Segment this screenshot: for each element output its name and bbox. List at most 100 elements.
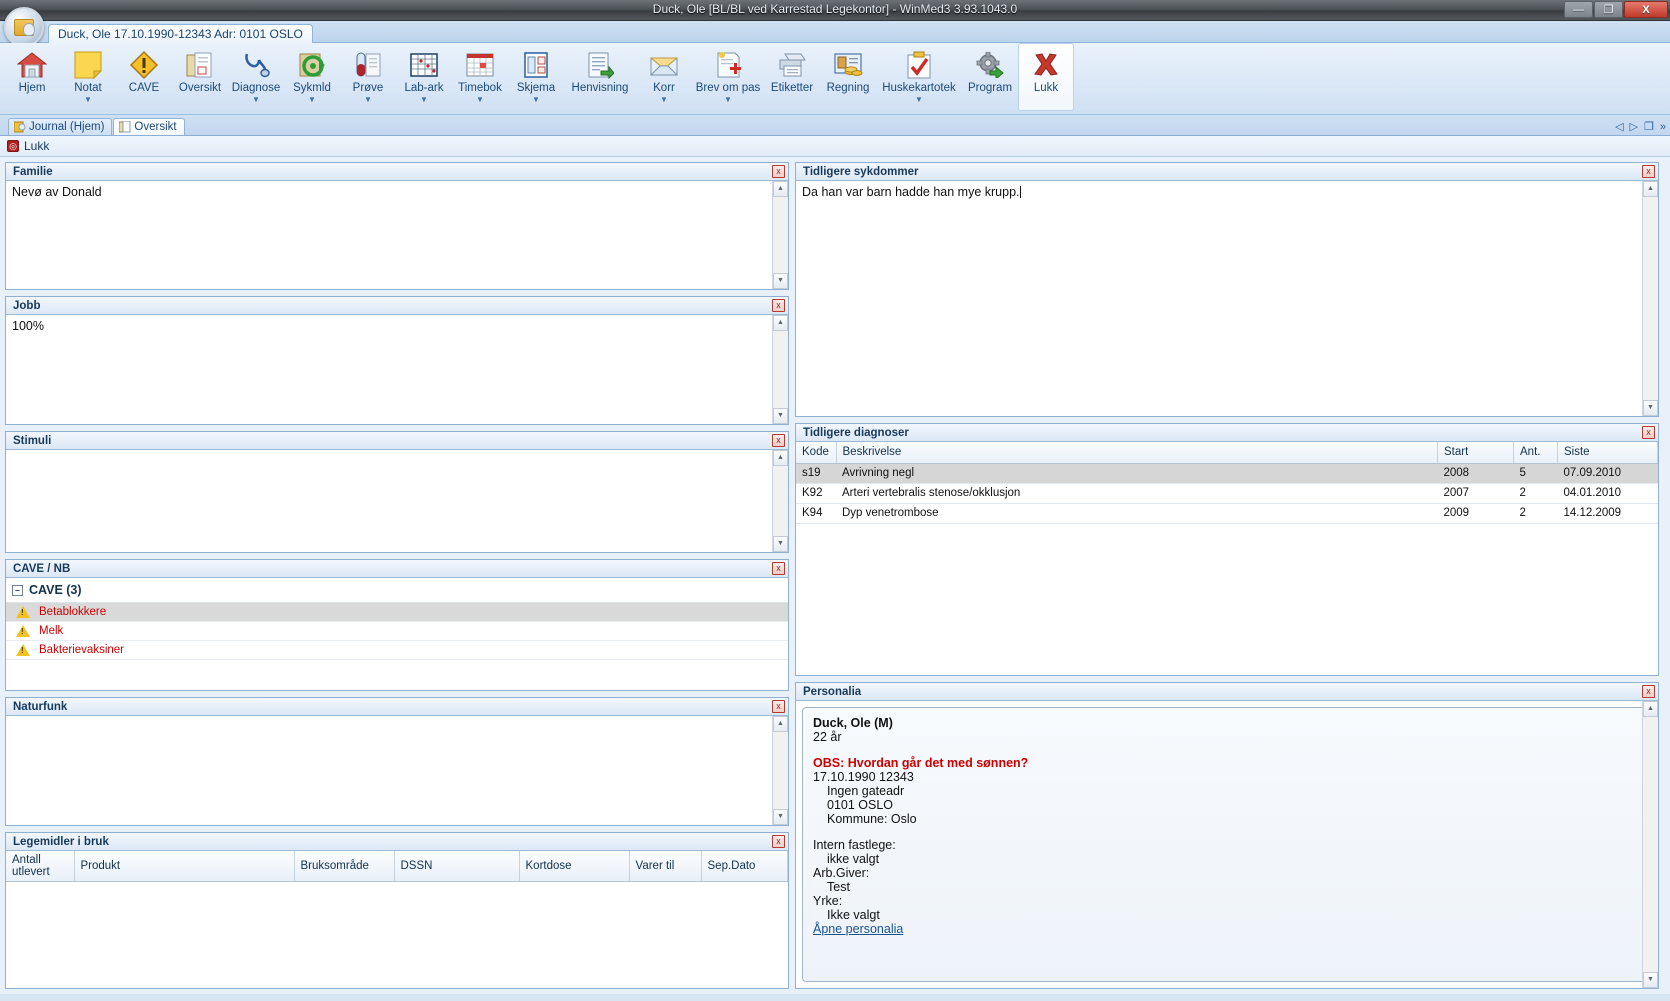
toolbar-button-brev-om-pas[interactable]: Brev om pas ▼	[692, 43, 764, 111]
toolbar-button-lukk[interactable]: Lukk ▼	[1018, 43, 1074, 111]
window-list-button[interactable]: ❐	[1644, 120, 1654, 133]
panel-close-button[interactable]: x	[772, 434, 785, 447]
column-header-bruksomrade[interactable]: Bruksområde	[294, 851, 395, 882]
toolbar-button-prove[interactable]: Prøve ▼	[340, 43, 396, 111]
vertical-scrollbar[interactable]: ▲ ▼	[772, 315, 788, 424]
scroll-down-arrow[interactable]: ▼	[773, 536, 788, 552]
next-tab-button[interactable]: ▷	[1630, 120, 1638, 133]
panel-close-button[interactable]: x	[772, 835, 785, 848]
panel-close-button[interactable]: x	[1642, 685, 1655, 698]
scroll-down-arrow[interactable]: ▼	[773, 273, 788, 289]
tab-journal-hjem[interactable]: Journal (Hjem)	[8, 118, 113, 135]
tidligere-sykdommer-editor[interactable]: Da han var barn hadde han mye krupp.	[796, 181, 1658, 203]
chevron-down-icon[interactable]: ▼	[532, 96, 540, 104]
toolbar-button-sykmld[interactable]: Sykmld ▼	[284, 43, 340, 111]
list-item[interactable]: Melk	[6, 622, 788, 641]
chevron-down-icon[interactable]: ▼	[724, 96, 732, 104]
close-button[interactable]: X	[1624, 1, 1668, 18]
more-tabs-button[interactable]: »	[1660, 121, 1666, 133]
prev-tab-button[interactable]: ◁	[1615, 120, 1623, 133]
scroll-up-arrow[interactable]: ▲	[773, 315, 788, 331]
scroll-down-arrow[interactable]: ▼	[773, 809, 788, 825]
column-header-antall-utlevert[interactable]: Antall utlevert	[6, 851, 75, 882]
toolbar-button-oversikt[interactable]: Oversikt ▼	[172, 43, 228, 111]
panel-body[interactable]: 100% ▲ ▼	[6, 315, 788, 424]
vertical-scrollbar[interactable]: ▲ ▼	[1642, 701, 1658, 988]
column-header-kortdose[interactable]: Kortdose	[519, 851, 630, 882]
panel-body[interactable]: Kode Beskrivelse Start Ant. Siste s19 Av…	[796, 442, 1658, 675]
chevron-down-icon[interactable]: ▼	[364, 96, 372, 104]
panel-body[interactable]: Antall utlevert Produkt Bruksområde DSSN…	[6, 851, 788, 988]
toolbar-button-lab-ark[interactable]: Lab-ark ▼	[396, 43, 452, 111]
column-header-kode[interactable]: Kode	[796, 442, 837, 464]
vertical-scrollbar[interactable]: ▲ ▼	[1642, 181, 1658, 416]
toolbar-button-cave[interactable]: CAVE ▼	[116, 43, 172, 111]
toolbar-button-diagnose[interactable]: Diagnose ▼	[228, 43, 284, 111]
column-header-start[interactable]: Start	[1437, 442, 1514, 464]
scroll-up-arrow[interactable]: ▲	[773, 450, 788, 466]
close-view-button[interactable]: Lukk	[24, 139, 49, 153]
panel-body[interactable]: ▲ ▼	[6, 716, 788, 825]
list-item[interactable]: Betablokkere	[6, 603, 788, 622]
scroll-down-arrow[interactable]: ▼	[1643, 400, 1658, 416]
column-header-produkt[interactable]: Produkt	[74, 851, 295, 882]
restore-button[interactable]: ❐	[1594, 1, 1623, 18]
scroll-up-arrow[interactable]: ▲	[1643, 181, 1658, 197]
toolbar-button-skjema[interactable]: Skjema ▼	[508, 43, 564, 111]
chevron-down-icon[interactable]: ▼	[660, 96, 668, 104]
scroll-track[interactable]	[1643, 197, 1658, 400]
patient-folder-icon[interactable]	[4, 7, 44, 47]
toolbar-button-program[interactable]: Program ▼	[962, 43, 1018, 111]
chevron-down-icon[interactable]: ▼	[84, 96, 92, 104]
toolbar-button-notat[interactable]: Notat ▼	[60, 43, 116, 111]
vertical-scrollbar[interactable]: ▲ ▼	[772, 450, 788, 552]
scroll-track[interactable]	[773, 197, 788, 273]
column-header-sep-dato[interactable]: Sep.Dato	[701, 851, 788, 882]
tab-oversikt[interactable]: Oversikt	[113, 118, 185, 135]
panel-body[interactable]: ▲ ▼	[6, 450, 788, 552]
collapse-expander-icon[interactable]: –	[12, 584, 23, 596]
patient-tab[interactable]: Duck, Ole 17.10.1990-12343 Adr: 0101 OSL…	[48, 24, 313, 44]
toolbar-button-henvisning[interactable]: Henvisning ▼	[564, 43, 636, 111]
chevron-down-icon[interactable]: ▼	[252, 96, 260, 104]
scroll-up-arrow[interactable]: ▲	[773, 716, 788, 732]
panel-body[interactable]: Da han var barn hadde han mye krupp. ▲ ▼	[796, 181, 1658, 416]
toolbar-button-huskekartotek[interactable]: Huskekartotek ▼	[876, 43, 962, 111]
panel-close-button[interactable]: x	[772, 299, 785, 312]
column-header-dssn[interactable]: DSSN	[394, 851, 520, 882]
panel-body[interactable]: Duck, Ole (M) 22 år OBS: Hvordan går det…	[796, 701, 1658, 988]
chevron-down-icon[interactable]: ▼	[420, 96, 428, 104]
scroll-track[interactable]	[773, 732, 788, 809]
toolbar-button-etiketter[interactable]: Etiketter ▼	[764, 43, 820, 111]
panel-close-button[interactable]: x	[1642, 165, 1655, 178]
scroll-track[interactable]	[1643, 717, 1658, 972]
column-header-ant[interactable]: Ant.	[1513, 442, 1558, 464]
column-header-varer-til[interactable]: Varer til	[629, 851, 702, 882]
open-personalia-link[interactable]: Åpne personalia	[813, 922, 903, 936]
panel-close-button[interactable]: x	[772, 700, 785, 713]
table-row[interactable]: K94 Dyp venetrombose 2009 2 14.12.2009	[796, 503, 1658, 524]
panel-close-button[interactable]: x	[772, 165, 785, 178]
minimize-button[interactable]: —	[1564, 1, 1593, 18]
toolbar-button-korr[interactable]: Korr ▼	[636, 43, 692, 111]
panel-body[interactable]: Nevø av Donald ▲ ▼	[6, 181, 788, 289]
scroll-down-arrow[interactable]: ▼	[773, 408, 788, 424]
scroll-up-arrow[interactable]: ▲	[773, 181, 788, 197]
panel-close-button[interactable]: x	[1642, 426, 1655, 439]
chevron-down-icon[interactable]: ▼	[915, 96, 923, 104]
toolbar-button-timebok[interactable]: Timebok ▼	[452, 43, 508, 111]
scroll-track[interactable]	[773, 331, 788, 408]
cave-group-header[interactable]: – CAVE (3)	[6, 578, 788, 603]
column-header-beskrivelse[interactable]: Beskrivelse	[836, 442, 1438, 464]
toolbar-button-hjem[interactable]: Hjem ▼	[4, 43, 60, 111]
vertical-scrollbar[interactable]: ▲ ▼	[772, 181, 788, 289]
scroll-up-arrow[interactable]: ▲	[1643, 701, 1658, 717]
column-header-siste[interactable]: Siste	[1557, 442, 1658, 464]
list-item[interactable]: Bakterievaksiner	[6, 641, 788, 660]
panel-close-button[interactable]: x	[772, 562, 785, 575]
chevron-down-icon[interactable]: ▼	[308, 96, 316, 104]
panel-body[interactable]: – CAVE (3) Betablokkere Melk Bakterievak…	[6, 578, 788, 690]
chevron-down-icon[interactable]: ▼	[476, 96, 484, 104]
scroll-track[interactable]	[773, 466, 788, 536]
scroll-down-arrow[interactable]: ▼	[1643, 972, 1658, 988]
